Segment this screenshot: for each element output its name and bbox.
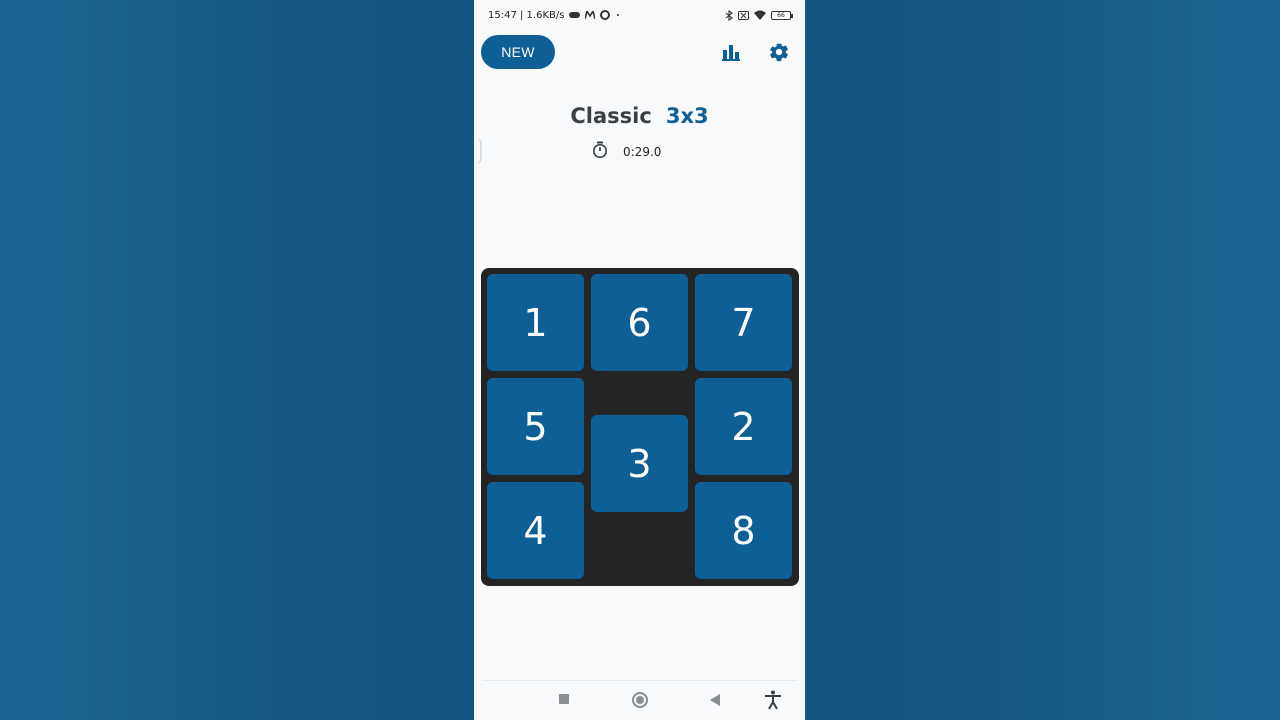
puzzle-tile-moving[interactable]: 3: [591, 415, 688, 512]
accessibility-icon[interactable]: [764, 690, 782, 710]
stopwatch-icon: [591, 141, 609, 162]
puzzle-tile[interactable]: 2: [695, 378, 792, 475]
gear-icon[interactable]: [768, 41, 790, 63]
record-icon: [600, 10, 611, 20]
background-left: [0, 0, 474, 720]
dot-icon: [615, 12, 621, 18]
grid-size-label: 3x3: [665, 104, 709, 128]
status-time-speed: 15:47 | 1.6KB/s: [488, 9, 565, 21]
puzzle-tile[interactable]: 4: [487, 482, 584, 579]
m-app-icon: [585, 11, 596, 19]
wifi-icon: [754, 10, 766, 20]
back-icon[interactable]: [710, 694, 720, 706]
puzzle-tile[interactable]: 8: [695, 482, 792, 579]
puzzle-board: 1 6 7 5 3 2 4 8: [481, 268, 799, 586]
no-sim-icon: [738, 10, 749, 20]
status-bar: 15:47 | 1.6KB/s 66: [488, 6, 793, 24]
timer-value: 0:29.0: [623, 144, 662, 159]
puzzle-tile[interactable]: 7: [695, 274, 792, 371]
recents-icon[interactable]: [559, 694, 569, 704]
nav-divider: [482, 680, 797, 681]
side-edge-handle: [476, 138, 482, 164]
bar-chart-icon[interactable]: [721, 42, 741, 62]
new-game-button[interactable]: NEW: [481, 35, 555, 69]
phone-screen: 15:47 | 1.6KB/s 66 NEW Classic 3x3 0:29.…: [474, 0, 805, 720]
battery-icon: 66: [771, 10, 793, 20]
timer: 0:29.0: [591, 141, 661, 162]
puzzle-tile[interactable]: 6: [591, 274, 688, 371]
puzzle-tile[interactable]: 5: [487, 378, 584, 475]
game-title: Classic 3x3: [474, 104, 805, 128]
gamepad-icon: [569, 11, 581, 19]
home-icon[interactable]: [632, 692, 648, 708]
puzzle-tile[interactable]: 1: [487, 274, 584, 371]
bluetooth-icon: [725, 9, 733, 21]
game-mode-label: Classic: [570, 104, 652, 128]
system-nav-bar: [474, 686, 805, 714]
background-right: [805, 0, 1280, 720]
